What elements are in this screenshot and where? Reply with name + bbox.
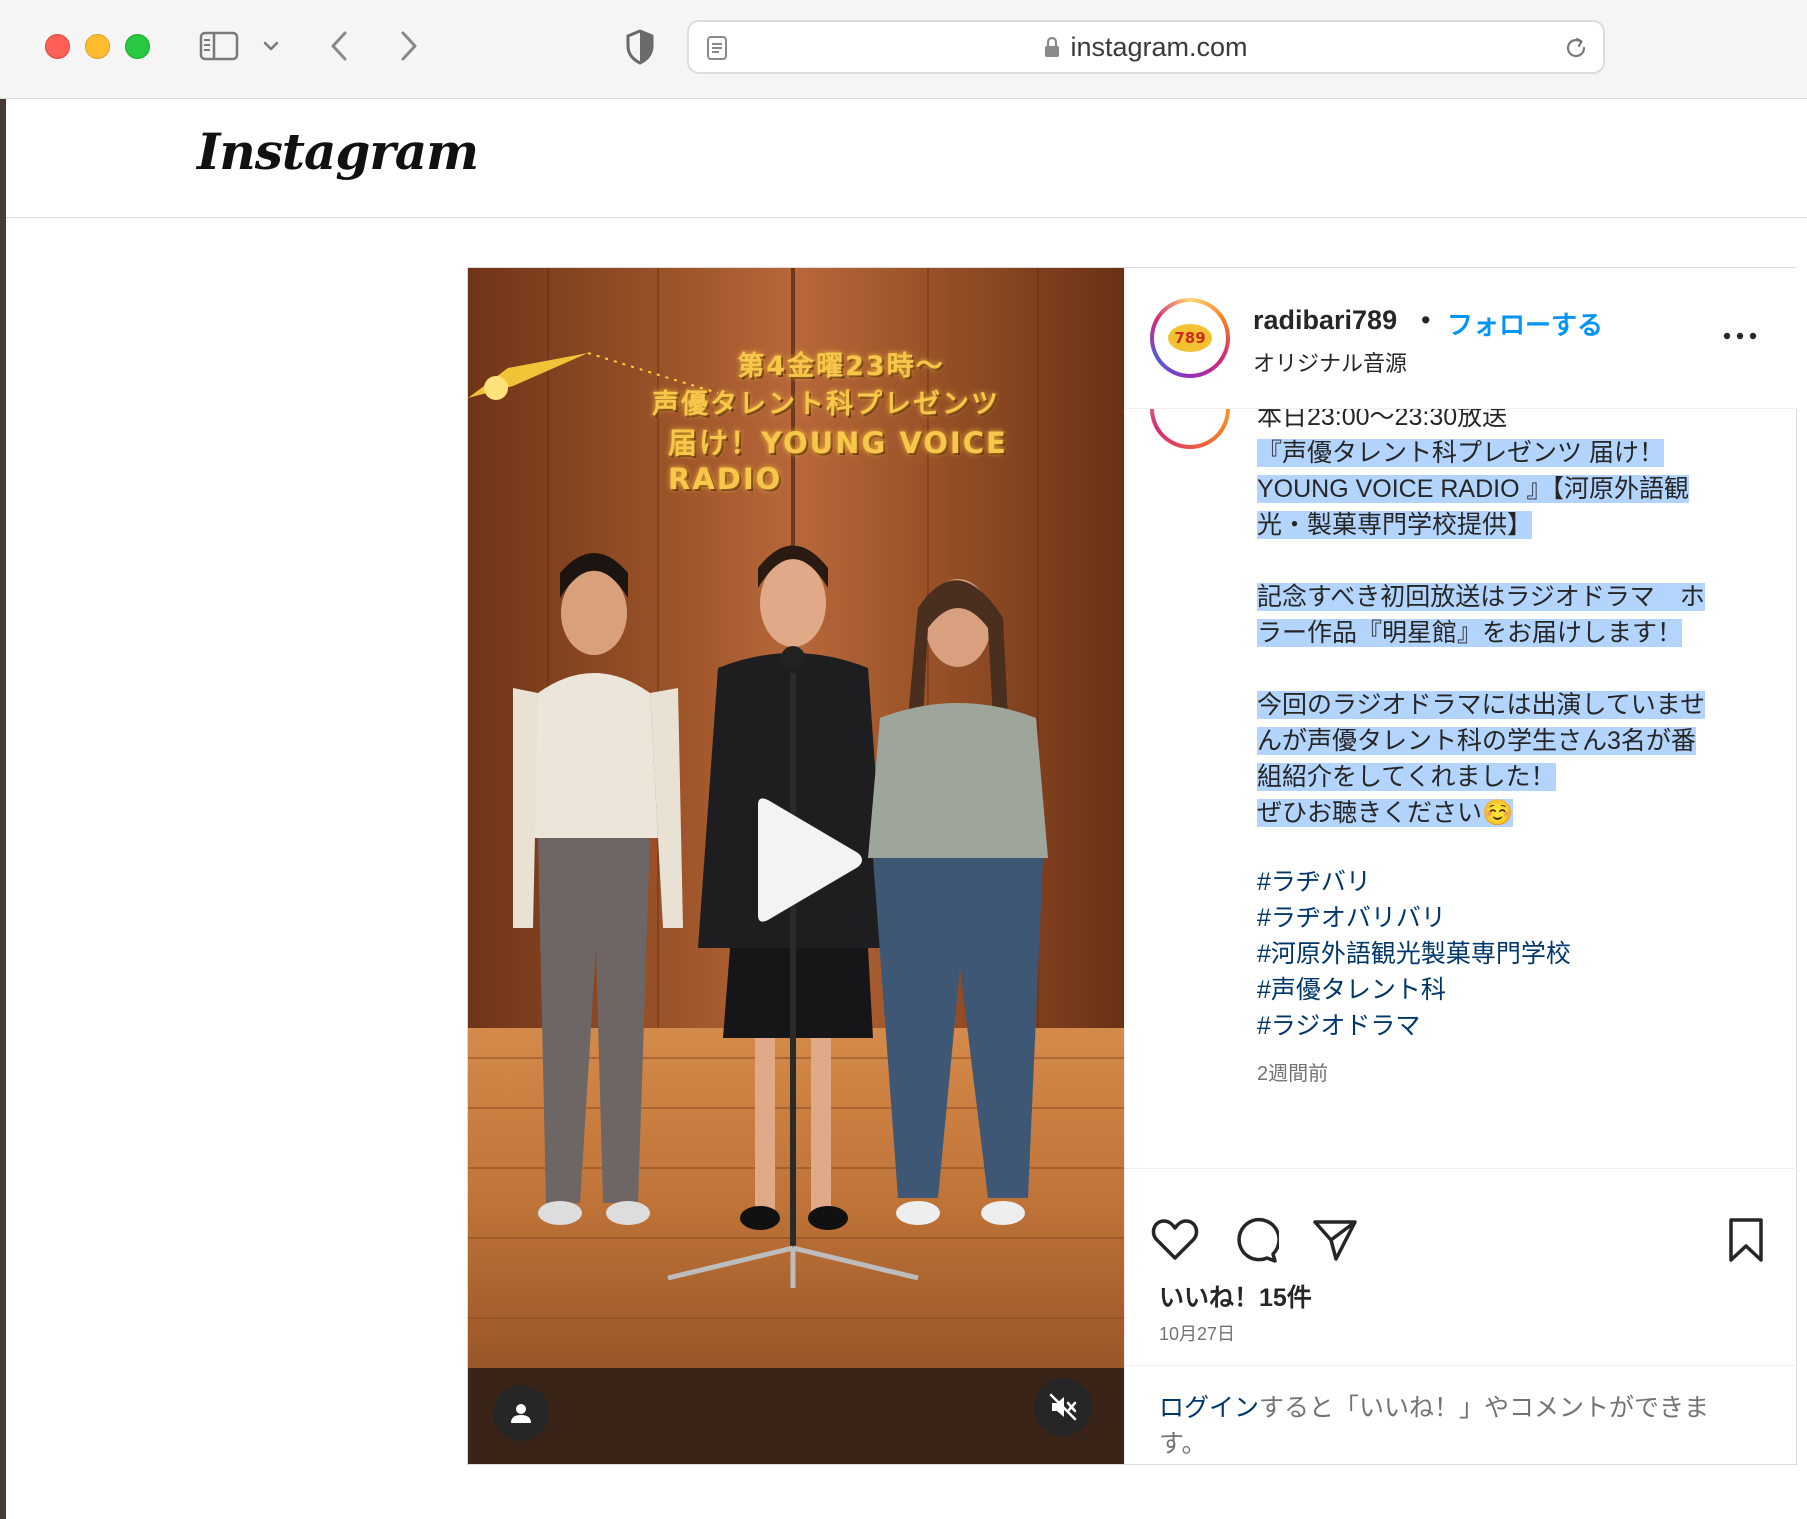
instagram-header: Instagram (6, 100, 1807, 218)
username-link[interactable]: radibari789 (1253, 305, 1397, 336)
login-prompt-text: すると「いいね！」やコメントができま (1259, 1394, 1710, 1422)
login-prompt-line-2: す。 (1159, 1430, 1207, 1458)
caption-line: んが声優タレント科の学生さん3名が番 (1257, 727, 1696, 755)
caption-first-line: 本日23:00〜23:30放送 (1257, 409, 1508, 431)
address-bar[interactable]: instagram.com (687, 20, 1605, 74)
share-button[interactable] (1310, 1215, 1360, 1265)
avatar[interactable]: 789 (1150, 298, 1230, 378)
avatar-logo-text: 789 (1174, 329, 1205, 347)
caption-line: 『声優タレント科プレゼンツ 届け！ (1257, 439, 1664, 467)
tab-overview-dropdown[interactable] (258, 33, 284, 59)
hashtag-link[interactable]: #ラジオドラマ (1257, 1008, 1571, 1044)
sidebar-icon (199, 31, 239, 61)
post-video[interactable]: 第4金曜23時～ 声優タレント科プレゼンツ 届け！YOUNG VOICE RAD… (468, 268, 1124, 1464)
video-caption-line: 第4金曜23時～ (737, 351, 945, 382)
hashtag-link[interactable]: #河原外語観光製菓専門学校 (1257, 936, 1571, 972)
save-button[interactable] (1721, 1215, 1771, 1265)
post-header: 789 radibari789 • フォローする オリジナル音源 (1125, 268, 1797, 409)
forward-icon (401, 31, 417, 61)
tagged-users-button[interactable] (493, 1385, 549, 1441)
instagram-logo[interactable]: Instagram (197, 122, 479, 181)
caption-avatar[interactable] (1150, 409, 1230, 449)
hashtag-link[interactable]: #ラヂバリ (1257, 864, 1571, 900)
separator-dot: • (1421, 305, 1431, 335)
chevron-down-icon (263, 41, 279, 51)
reload-icon (1566, 37, 1586, 58)
bookmark-icon (1729, 1218, 1763, 1262)
play-button[interactable] (738, 795, 868, 925)
window-minimize-button[interactable] (85, 34, 110, 59)
caption-line: 記念すべき初回放送はラジオドラマ ホ (1257, 583, 1705, 611)
share-icon (1313, 1220, 1357, 1261)
more-options-button[interactable] (1715, 316, 1765, 356)
muted-icon (1049, 1393, 1077, 1421)
back-icon (331, 31, 347, 61)
window-close-button[interactable] (45, 34, 70, 59)
window-edge (0, 0, 6, 1519)
caption-line: ぜひお聴きください☺️ (1257, 799, 1514, 827)
caption-scroll-area[interactable]: 本日23:00〜23:30放送 『声優タレント科プレゼンツ 届け！ YOUNG … (1125, 409, 1797, 1239)
post-container: 第4金曜23時～ 声優タレント科プレゼンツ 届け！YOUNG VOICE RAD… (467, 267, 1797, 1465)
audio-link[interactable]: オリジナル音源 (1253, 346, 1407, 378)
video-caption-line: 届け！YOUNG VOICE RADIO (668, 426, 1008, 496)
browser-toolbar: instagram.com (0, 0, 1807, 99)
reload-button[interactable] (1561, 33, 1591, 63)
play-icon (758, 798, 862, 922)
like-button[interactable] (1150, 1215, 1200, 1265)
caption-line: 今回のラジオドラマには出演していませ (1257, 691, 1706, 719)
lock-icon (1045, 36, 1060, 57)
action-bar (1125, 1168, 1797, 1268)
comment-button[interactable] (1230, 1215, 1280, 1265)
hashtag-list: #ラヂバリ #ラヂオバリバリ #河原外語観光製菓専門学校 #声優タレント科 #ラ… (1257, 864, 1571, 1044)
caption-line: 組紹介をしてくれました！ (1257, 763, 1556, 791)
sidebar-toggle-button[interactable] (198, 29, 240, 63)
posted-ago: 2週間前 (1257, 1063, 1329, 1085)
shield-icon (626, 29, 654, 65)
back-button[interactable] (322, 28, 356, 64)
likes-count[interactable]: いいね！15件 (1159, 1278, 1312, 1314)
hashtag-link[interactable]: #ラヂオバリバリ (1257, 900, 1571, 936)
caption-line: YOUNG VOICE RADIO 』【河原外語観 (1257, 475, 1689, 503)
login-prompt-line: ログインすると「いいね！」やコメントができま (1159, 1388, 1709, 1424)
post-date: 10月27日 (1159, 1324, 1236, 1344)
login-prompt: ログインすると「いいね！」やコメントができま す。 (1125, 1365, 1797, 1464)
video-caption-line: 声優タレント科プレゼンツ (652, 389, 1000, 420)
login-link[interactable]: ログイン (1159, 1394, 1259, 1422)
window-zoom-button[interactable] (125, 34, 150, 59)
mute-toggle-button[interactable] (1034, 1378, 1092, 1436)
follow-button[interactable]: フォローする (1447, 305, 1603, 342)
forward-button[interactable] (392, 28, 426, 64)
hashtag-link[interactable]: #声優タレント科 (1257, 972, 1571, 1008)
caption-line: ラー作品『明星館』をお届けします！ (1257, 619, 1683, 647)
comment-icon (1237, 1217, 1279, 1263)
caption-line: 光・製菓専門学校提供】 (1257, 511, 1533, 539)
url-text: instagram.com (1070, 31, 1248, 62)
privacy-report-button[interactable] (622, 28, 658, 66)
radibari-logo-icon: 789 (1168, 324, 1212, 352)
user-tag-icon (511, 1404, 531, 1423)
caption-text: 『声優タレント科プレゼンツ 届け！ YOUNG VOICE RADIO 』【河原… (1257, 435, 1735, 831)
more-icon (1723, 332, 1757, 340)
heart-icon (1151, 1219, 1199, 1260)
post-side-panel: 789 radibari789 • フォローする オリジナル音源 本日23:00… (1124, 268, 1797, 1464)
